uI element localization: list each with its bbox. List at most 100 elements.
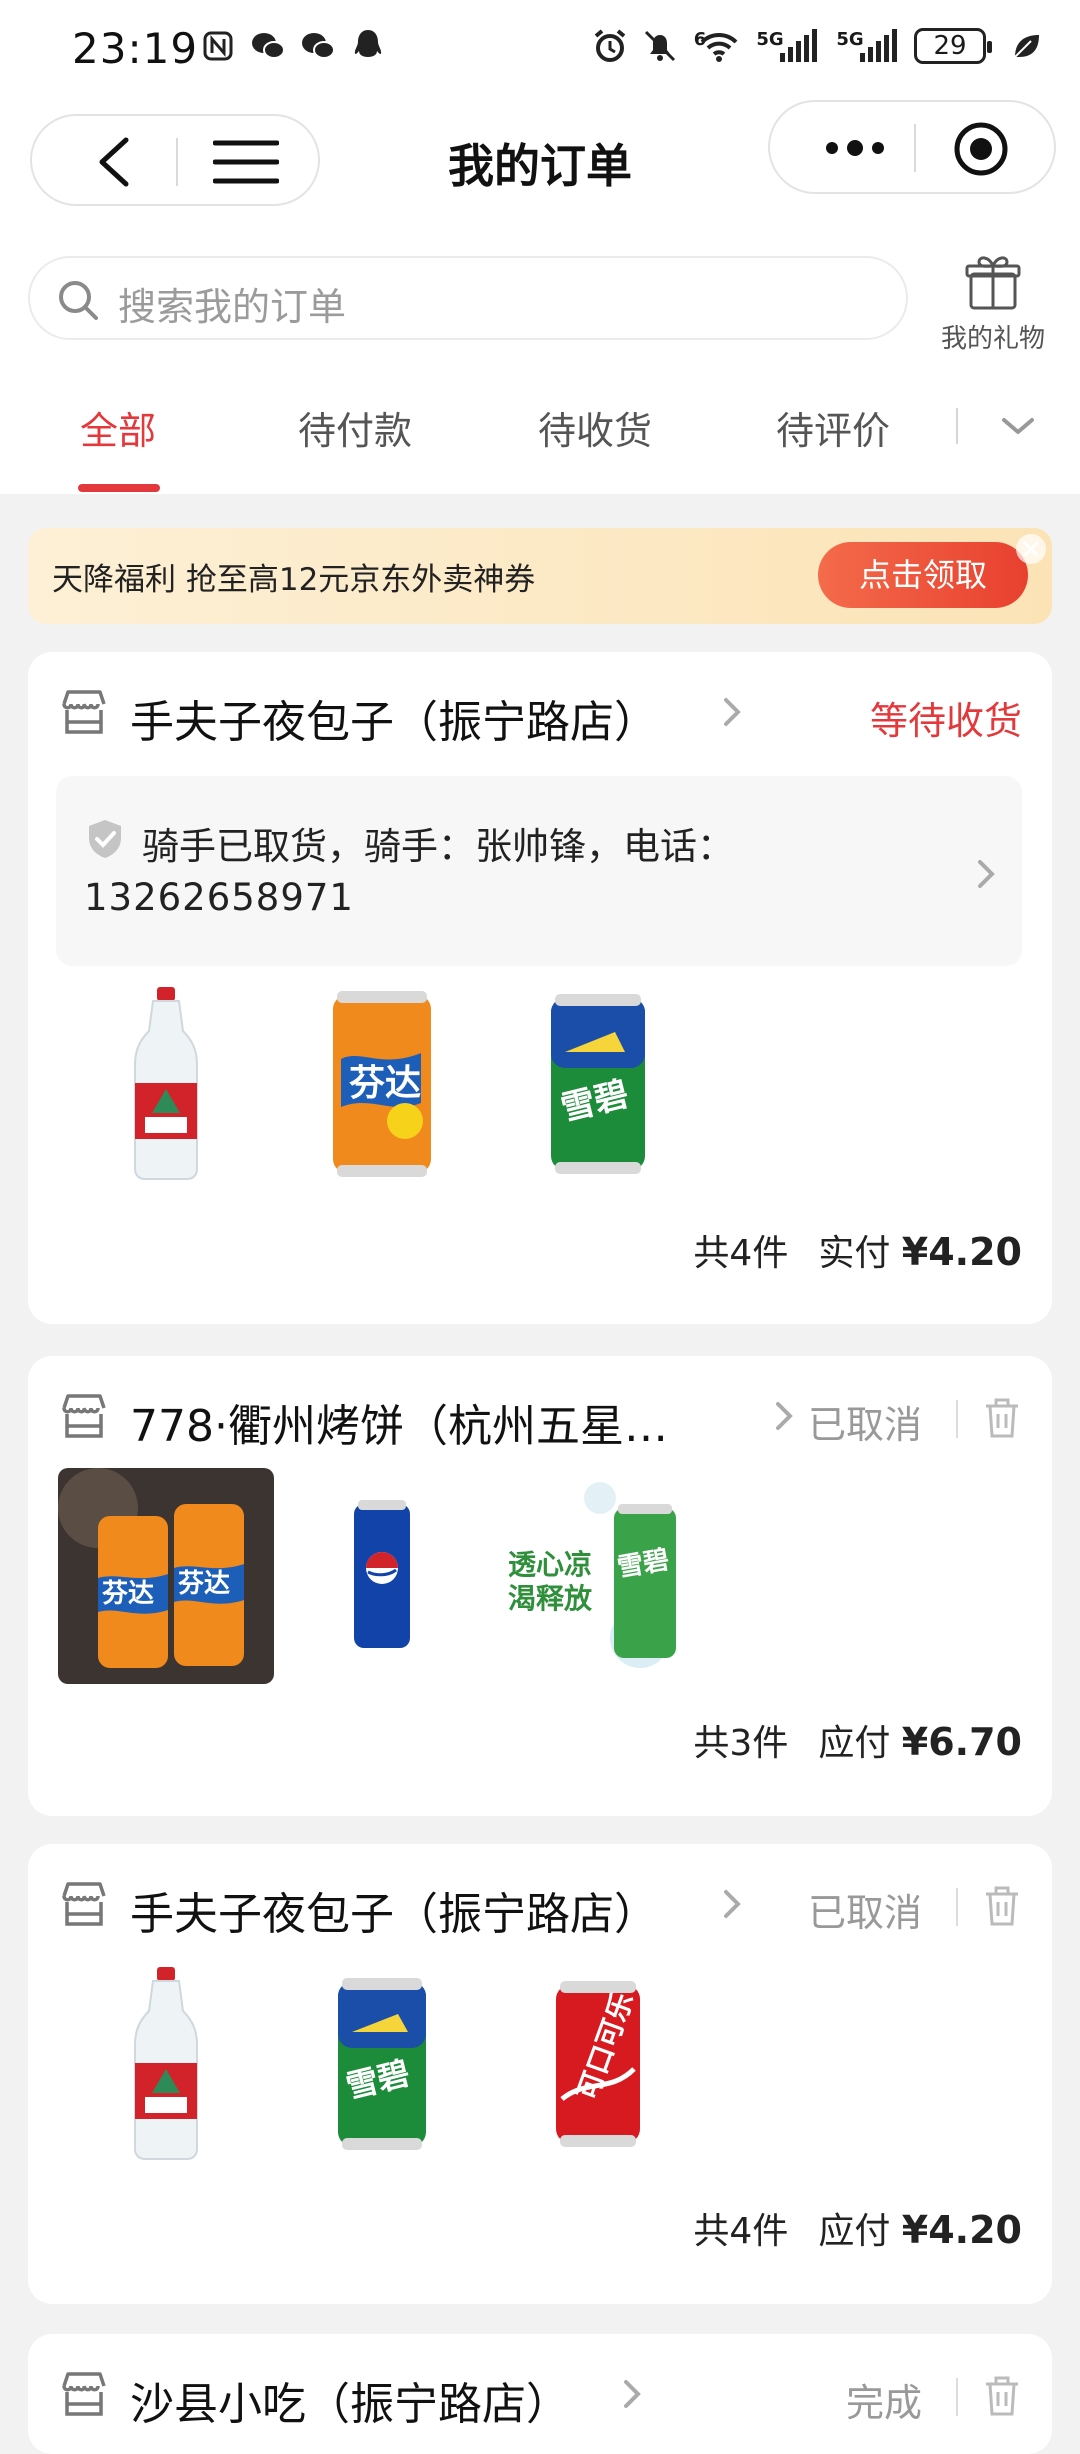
nfc-icon bbox=[200, 28, 236, 64]
order-price: ¥4.20 bbox=[901, 2208, 1022, 2252]
wechat-icon bbox=[250, 28, 286, 64]
svg-text:芬达: 芬达 bbox=[349, 1063, 421, 1104]
shop-row[interactable]: 手夫子夜包子（振宁路店） 等待收货 bbox=[58, 682, 1022, 748]
shop-name: 手夫子夜包子（振宁路店） bbox=[130, 1889, 658, 1940]
status-separator bbox=[956, 1888, 958, 1926]
svg-text:芬达: 芬达 bbox=[178, 1569, 230, 1599]
banner-text: 天降福利 抢至高12元京东外卖神券 bbox=[52, 562, 536, 598]
search-icon bbox=[59, 281, 98, 320]
shop-row[interactable]: 778·衢州烤饼（杭州五星… 已取消 bbox=[58, 1386, 1022, 1452]
leaf-icon bbox=[1008, 28, 1044, 64]
my-gifts-button[interactable]: 我的礼物 bbox=[930, 252, 1056, 364]
more-options-button[interactable] bbox=[800, 116, 910, 180]
order-status: 已取消 bbox=[807, 1891, 922, 1935]
item-count: 共4件 bbox=[693, 1233, 789, 1274]
ad-text: 透心凉 渴释放 bbox=[508, 1548, 592, 1616]
search-placeholder: 搜索我的订单 bbox=[118, 285, 347, 329]
order-summary: 共3件 应付 ¥6.70 bbox=[693, 1714, 1022, 1766]
order-summary: 共4件 应付 ¥4.20 bbox=[693, 2202, 1022, 2254]
product-thumb-sprite-ad: 雪碧 透心凉 渴释放 bbox=[490, 1468, 706, 1684]
store-icon bbox=[62, 2372, 106, 2416]
chevron-right-icon bbox=[724, 698, 741, 726]
ad-text-1: 透心凉 bbox=[508, 1548, 593, 1581]
shop-name: 手夫子夜包子（振宁路店） bbox=[130, 697, 658, 748]
product-thumb-pepsi bbox=[274, 1476, 490, 1676]
store-icon bbox=[62, 1882, 106, 1926]
product-thumb-fanta: 芬达 bbox=[274, 984, 490, 1184]
shop-row[interactable]: 手夫子夜包子（振宁路店） 已取消 bbox=[58, 1874, 1022, 1940]
pay-label: 实付 bbox=[818, 1233, 891, 1274]
item-count: 共3件 bbox=[693, 1723, 789, 1764]
status-bar: 23:19 6 5G 5G 29 bbox=[0, 0, 1080, 100]
status-system-icons: 6 5G 5G 29 bbox=[592, 28, 1044, 64]
miniapp-capsule bbox=[768, 100, 1056, 194]
order-price: ¥6.70 bbox=[901, 1720, 1022, 1764]
claim-coupon-button[interactable]: 点击领取 bbox=[818, 542, 1028, 608]
order-status: 等待收货 bbox=[869, 699, 1022, 743]
gift-label: 我的礼物 bbox=[940, 324, 1045, 354]
banner-close-button[interactable] bbox=[1016, 534, 1046, 564]
close-miniapp-button[interactable] bbox=[950, 118, 1012, 180]
search-input[interactable]: 搜索我的订单 bbox=[28, 256, 908, 340]
product-thumb-sprite: 雪碧 bbox=[274, 1964, 490, 2164]
target-circle-icon bbox=[954, 122, 1008, 176]
capsule-divider bbox=[914, 124, 916, 172]
item-count: 共4件 bbox=[693, 2211, 789, 2252]
product-thumb-water bbox=[58, 984, 274, 1184]
status-separator bbox=[956, 1400, 958, 1438]
order-summary: 共4件 实付 ¥4.20 bbox=[693, 1224, 1022, 1276]
more-dots-icon bbox=[826, 140, 884, 156]
wechat-icon-2 bbox=[300, 28, 336, 64]
promo-banner[interactable]: 天降福利 抢至高12元京东外卖神券 点击领取 bbox=[28, 528, 1052, 624]
pay-label: 应付 bbox=[818, 2211, 891, 2252]
chevron-right-icon bbox=[724, 1890, 741, 1918]
shop-row[interactable]: 沙县小吃（振宁路店） 完成 bbox=[58, 2364, 1022, 2430]
chevron-right-icon bbox=[624, 2380, 641, 2408]
tab-pending-payment[interactable]: 待付款 bbox=[298, 400, 412, 494]
tab-all[interactable]: 全部 bbox=[80, 400, 156, 494]
trash-icon[interactable] bbox=[982, 1884, 1022, 1928]
shop-name: 778·衢州烤饼（杭州五星… bbox=[130, 1401, 668, 1452]
order-card[interactable]: 手夫子夜包子（振宁路店） 已取消 雪碧 可口可乐 共4件 应付 ¥4.20 bbox=[28, 1844, 1052, 2304]
chevron-right-icon bbox=[978, 860, 995, 888]
order-card[interactable]: 778·衢州烤饼（杭州五星… 已取消 芬达 芬达 雪碧 透心凉 渴释放 共3件 应付… bbox=[28, 1356, 1052, 1816]
product-thumb-coke: 可口可乐 bbox=[490, 1964, 706, 2164]
product-thumb-water bbox=[58, 1964, 274, 2164]
tab-pending-review[interactable]: 待评价 bbox=[776, 400, 890, 494]
product-thumbnails[interactable]: 芬达 雪碧 bbox=[58, 984, 818, 1184]
store-icon bbox=[62, 1394, 106, 1438]
tab-pending-receipt[interactable]: 待收货 bbox=[538, 400, 652, 494]
rider-info-box[interactable]: 骑手已取货，骑手：张帅锋，电话： 13262658971 bbox=[56, 776, 1022, 966]
close-icon bbox=[1023, 541, 1039, 557]
store-icon bbox=[62, 690, 106, 734]
chevron-down-icon[interactable] bbox=[996, 404, 1040, 448]
product-thumb-fanta-photo: 芬达 芬达 bbox=[58, 1468, 274, 1684]
signal-icon-2: 5G bbox=[834, 28, 900, 64]
alarm-icon bbox=[592, 28, 628, 64]
order-card[interactable]: 手夫子夜包子（振宁路店） 等待收货 骑手已取货，骑手：张帅锋，电话： 13262… bbox=[28, 652, 1052, 1324]
status-notification-icons bbox=[200, 28, 386, 64]
product-thumbnails[interactable]: 雪碧 可口可乐 bbox=[58, 1964, 818, 2164]
mute-bell-icon bbox=[642, 28, 678, 64]
order-price: ¥4.20 bbox=[901, 1230, 1022, 1274]
battery-indicator: 29 bbox=[914, 28, 992, 64]
order-status: 已取消 bbox=[807, 1403, 922, 1447]
product-thumbnails[interactable]: 芬达 芬达 雪碧 透心凉 渴释放 bbox=[58, 1468, 818, 1684]
signal-icon-1: 5G bbox=[754, 28, 820, 64]
status-time: 23:19 bbox=[72, 24, 199, 73]
pay-label: 应付 bbox=[818, 1723, 891, 1764]
shield-check-icon bbox=[89, 820, 121, 858]
order-tabs: 全部 待付款 待收货 待评价 bbox=[0, 400, 1080, 494]
trash-icon[interactable] bbox=[982, 2374, 1022, 2418]
tab-separator bbox=[956, 408, 958, 444]
order-card[interactable]: 沙县小吃（振宁路店） 完成 bbox=[28, 2334, 1052, 2454]
svg-text:芬达: 芬达 bbox=[102, 1579, 154, 1609]
rider-status-text: 骑手已取货，骑手：张帅锋，电话： bbox=[142, 825, 734, 868]
trash-icon[interactable] bbox=[982, 1396, 1022, 1440]
active-tab-indicator bbox=[78, 484, 160, 492]
chevron-right-icon bbox=[776, 1402, 793, 1430]
gift-icon bbox=[965, 256, 1021, 310]
qq-icon bbox=[350, 28, 386, 64]
status-separator bbox=[956, 2378, 958, 2416]
shop-name: 沙县小吃（振宁路店） bbox=[130, 2379, 570, 2430]
